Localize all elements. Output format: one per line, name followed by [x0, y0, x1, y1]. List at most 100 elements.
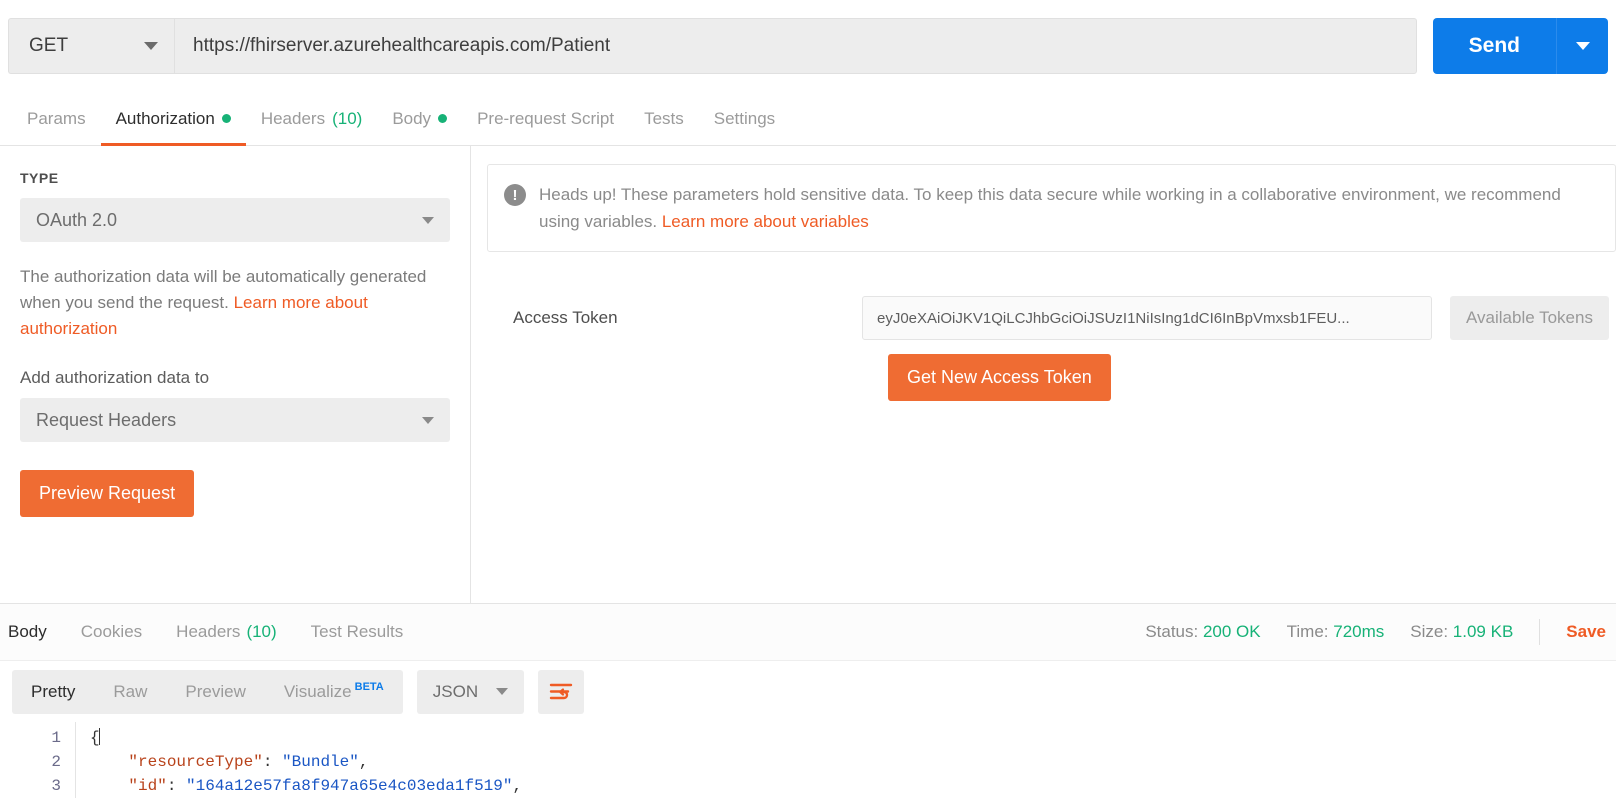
request-tabs: Params Authorization Headers (10) Body P… — [0, 92, 1616, 146]
time-badge: Time: 720ms — [1287, 622, 1385, 642]
view-mode-preview[interactable]: Preview — [166, 682, 264, 702]
code-key: "id" — [128, 777, 167, 795]
wrap-lines-button[interactable] — [538, 669, 585, 714]
view-mode-visualize[interactable]: Visualize BETA — [265, 680, 403, 702]
tab-label: Body — [8, 622, 47, 641]
get-token-row: Get New Access Token — [487, 354, 1616, 401]
add-auth-data-value: Request Headers — [36, 409, 177, 430]
auth-config-column: TYPE OAuth 2.0 The authorization data wi… — [0, 146, 471, 603]
send-button-group: Send — [1432, 18, 1608, 74]
auth-type-value: OAuth 2.0 — [36, 209, 118, 230]
save-response-button[interactable]: Save — [1566, 622, 1616, 642]
response-tab-headers[interactable]: Headers (10) — [159, 622, 294, 642]
status-dot-icon — [221, 114, 231, 123]
exclamation-icon: ! — [504, 184, 526, 206]
code-line: { — [90, 726, 522, 750]
text-cursor — [98, 728, 100, 745]
tab-badge: (10) — [332, 108, 363, 128]
request-url-bar: GET https://fhirserver.azurehealthcareap… — [0, 0, 1616, 92]
line-number-gutter: 1 2 3 — [0, 722, 76, 798]
status-value: 200 OK — [1202, 622, 1261, 641]
tab-label: Headers — [176, 622, 241, 641]
access-token-row: Access Token eyJ0eXAiOiJKV1QiLCJhbGciOiJ… — [487, 296, 1616, 340]
view-mode-label: Visualize — [283, 681, 352, 701]
request-url-input[interactable]: https://fhirserver.azurehealthcareapis.c… — [174, 18, 1417, 74]
send-options-button[interactable] — [1556, 18, 1608, 74]
response-panel: Body Cookies Headers (10) Test Results S… — [0, 604, 1616, 798]
learn-more-variables-link[interactable]: Learn more about variables — [662, 212, 869, 231]
chevron-down-icon — [144, 42, 158, 50]
size-label: Size: — [1410, 622, 1449, 641]
view-mode-label: Pretty — [31, 681, 76, 701]
view-mode-raw[interactable]: Raw — [94, 682, 166, 702]
line-number: 2 — [51, 753, 61, 771]
tab-label: Params — [27, 108, 86, 128]
get-new-access-token-button[interactable]: Get New Access Token — [888, 354, 1111, 401]
authorization-panel: TYPE OAuth 2.0 The authorization data wi… — [0, 146, 1616, 604]
auth-type-select[interactable]: OAuth 2.0 — [20, 198, 450, 242]
size-value: 1.09 KB — [1452, 622, 1514, 641]
time-label: Time: — [1286, 622, 1329, 641]
chevron-down-icon — [422, 216, 434, 224]
tab-label: Tests — [644, 108, 684, 128]
response-view-toolbar: Pretty Raw Preview Visualize BETA JSON — [0, 660, 1616, 722]
tab-settings[interactable]: Settings — [699, 92, 790, 145]
add-auth-data-select[interactable]: Request Headers — [20, 398, 450, 442]
tab-label: Authorization — [115, 108, 215, 128]
status-badge: Status: 200 OK — [1145, 622, 1260, 642]
status-dot-icon — [438, 114, 448, 123]
access-token-label: Access Token — [513, 308, 618, 327]
beta-badge: BETA — [354, 680, 384, 693]
chevron-down-icon — [1575, 42, 1590, 50]
code-line: "resourceType": "Bundle", — [128, 753, 369, 771]
tab-tests[interactable]: Tests — [629, 92, 699, 145]
tab-label: Body — [392, 108, 432, 128]
postman-window: GET https://fhirserver.azurehealthcareap… — [0, 0, 1616, 798]
http-method-value: GET — [29, 35, 69, 56]
tab-label: Test Results — [310, 622, 404, 641]
add-auth-data-label: Add authorization data to — [20, 368, 210, 387]
response-format-select[interactable]: JSON — [416, 669, 525, 714]
chevron-down-icon — [496, 688, 509, 695]
view-mode-group: Pretty Raw Preview Visualize BETA — [12, 669, 403, 714]
response-tabs: Body Cookies Headers (10) Test Results — [0, 622, 420, 642]
line-number: 3 — [51, 777, 61, 795]
divider — [1539, 619, 1541, 645]
send-button[interactable]: Send — [1432, 18, 1556, 74]
code-value: "164a12e57fa8f947a65e4c03eda1f519" — [186, 777, 513, 795]
preview-request-button[interactable]: Preview Request — [20, 470, 195, 517]
sensitive-data-notice: ! Heads up! These parameters hold sensit… — [487, 164, 1616, 252]
response-body-viewer[interactable]: 1 2 3 { "resourceType": "Bundle", "id": … — [0, 722, 1616, 798]
auth-type-label: TYPE — [20, 170, 59, 186]
wrap-lines-icon — [549, 683, 573, 699]
available-tokens-select[interactable]: Available Tokens — [1450, 296, 1609, 340]
code-trail: , — [512, 777, 523, 795]
line-number: 1 — [51, 729, 61, 747]
tab-body[interactable]: Body — [377, 92, 462, 145]
view-mode-label: Preview — [185, 681, 246, 701]
tab-label: Cookies — [80, 622, 143, 641]
tab-params[interactable]: Params — [12, 92, 101, 145]
tab-label: Headers — [260, 108, 326, 128]
response-tab-cookies[interactable]: Cookies — [64, 622, 159, 642]
code-value: "Bundle" — [282, 753, 359, 771]
code-line: "id": "164a12e57fa8f947a65e4c03eda1f519"… — [128, 777, 523, 795]
tab-authorization[interactable]: Authorization — [100, 92, 247, 146]
code-key: "resourceType" — [128, 753, 263, 771]
response-tab-test-results[interactable]: Test Results — [294, 622, 421, 642]
chevron-down-icon — [422, 416, 434, 424]
tab-pre-request-script[interactable]: Pre-request Script — [462, 92, 629, 145]
response-header-bar: Body Cookies Headers (10) Test Results S… — [0, 604, 1616, 660]
tab-label: Settings — [713, 108, 776, 128]
status-label: Status: — [1145, 622, 1199, 641]
http-method-select[interactable]: GET — [8, 18, 174, 74]
tab-headers[interactable]: Headers (10) — [246, 92, 378, 145]
time-value: 720ms — [1333, 622, 1385, 641]
access-token-input[interactable]: eyJ0eXAiOiJKV1QiLCJhbGciOiJSUzI1NiIsIng1… — [862, 296, 1432, 340]
response-meta: Status: 200 OK Time: 720ms Size: 1.09 KB… — [1145, 619, 1616, 645]
response-format-value: JSON — [432, 681, 479, 701]
auth-details-column: ! Heads up! These parameters hold sensit… — [471, 146, 1616, 603]
tab-badge: (10) — [246, 622, 277, 641]
response-tab-body[interactable]: Body — [0, 622, 64, 642]
view-mode-pretty[interactable]: Pretty — [12, 682, 94, 702]
